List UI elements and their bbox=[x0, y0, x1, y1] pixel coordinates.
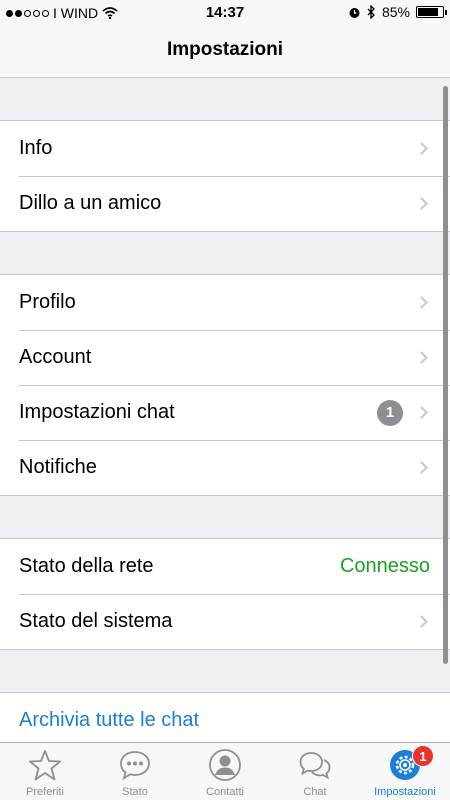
tab-bar: Preferiti Stato Contatti Chat 1 Impostaz… bbox=[0, 742, 450, 800]
tab-chat[interactable]: Chat bbox=[270, 743, 360, 800]
row-tell-a-friend-label: Dillo a un amico bbox=[19, 192, 162, 214]
row-archive-all-chats[interactable]: Archivia tutte le chat bbox=[0, 693, 450, 742]
chat-bubbles-icon bbox=[299, 752, 331, 780]
star-icon bbox=[29, 750, 61, 781]
tab-impostazioni[interactable]: 1 Impostazioni bbox=[360, 743, 450, 800]
row-account-label: Account bbox=[19, 346, 92, 368]
row-network-status-label: Stato della rete bbox=[19, 555, 154, 577]
speech-bubble-dots-icon bbox=[120, 751, 150, 780]
battery-icon bbox=[416, 6, 447, 18]
row-notifications-label: Notifiche bbox=[19, 456, 97, 478]
row-chat-settings[interactable]: Impostazioni chat 1 bbox=[0, 385, 450, 440]
network-status-value: Connesso bbox=[339, 555, 430, 577]
chevron-right-icon bbox=[415, 296, 428, 309]
row-system-status-label: Stato del sistema bbox=[19, 610, 173, 632]
settings-group-status: Stato della rete Connesso Stato del sist… bbox=[0, 538, 450, 650]
chevron-right-icon bbox=[415, 461, 428, 474]
tab-stato-label: Stato bbox=[122, 786, 148, 798]
tab-preferiti-label: Preferiti bbox=[26, 786, 64, 798]
settings-group-chat-actions: Archivia tutte le chat bbox=[0, 692, 450, 742]
chevron-right-icon bbox=[415, 142, 428, 155]
scrollbar[interactable] bbox=[443, 86, 448, 664]
tab-contatti-label: Contatti bbox=[206, 786, 244, 798]
bluetooth-icon bbox=[367, 5, 375, 19]
row-profile-label: Profilo bbox=[19, 291, 76, 313]
row-tell-a-friend[interactable]: Dillo a un amico bbox=[0, 176, 450, 231]
page-title: Impostazioni bbox=[166, 39, 284, 60]
settings-list[interactable]: Info Dillo a un amico Profilo Account Im… bbox=[0, 78, 450, 742]
tab-chat-label: Chat bbox=[303, 786, 327, 798]
row-network-status[interactable]: Stato della rete Connesso bbox=[0, 539, 450, 594]
chevron-right-icon bbox=[415, 197, 428, 210]
tab-preferiti[interactable]: Preferiti bbox=[0, 743, 90, 800]
row-info-label: Info bbox=[19, 137, 53, 159]
battery-level bbox=[418, 8, 439, 16]
tab-contatti[interactable]: Contatti bbox=[180, 743, 270, 800]
nav-bar: Impostazioni bbox=[0, 26, 450, 78]
battery-percent: 85% bbox=[381, 4, 410, 20]
row-chat-settings-label: Impostazioni chat bbox=[19, 401, 175, 423]
row-info[interactable]: Info bbox=[0, 121, 450, 176]
row-profile[interactable]: Profilo bbox=[0, 275, 450, 330]
notification-badge: 1 bbox=[412, 745, 434, 767]
chevron-right-icon bbox=[415, 615, 428, 628]
alarm-clock-icon bbox=[349, 7, 360, 18]
person-icon bbox=[209, 749, 241, 781]
chat-settings-badge: 1 bbox=[377, 399, 403, 426]
row-account[interactable]: Account bbox=[0, 330, 450, 385]
tab-impostazioni-label: Impostazioni bbox=[374, 786, 436, 798]
row-notifications[interactable]: Notifiche bbox=[0, 440, 450, 495]
settings-group-personal: Profilo Account Impostazioni chat 1 Noti… bbox=[0, 274, 450, 496]
chevron-right-icon bbox=[415, 406, 428, 419]
tab-stato[interactable]: Stato bbox=[90, 743, 180, 800]
status-bar: I WIND 14:37 85% bbox=[0, 0, 450, 26]
archive-all-chats-link[interactable]: Archivia tutte le chat bbox=[19, 709, 430, 732]
chevron-right-icon bbox=[415, 351, 428, 364]
settings-group-about: Info Dillo a un amico bbox=[0, 120, 450, 232]
row-system-status[interactable]: Stato del sistema bbox=[0, 594, 450, 649]
